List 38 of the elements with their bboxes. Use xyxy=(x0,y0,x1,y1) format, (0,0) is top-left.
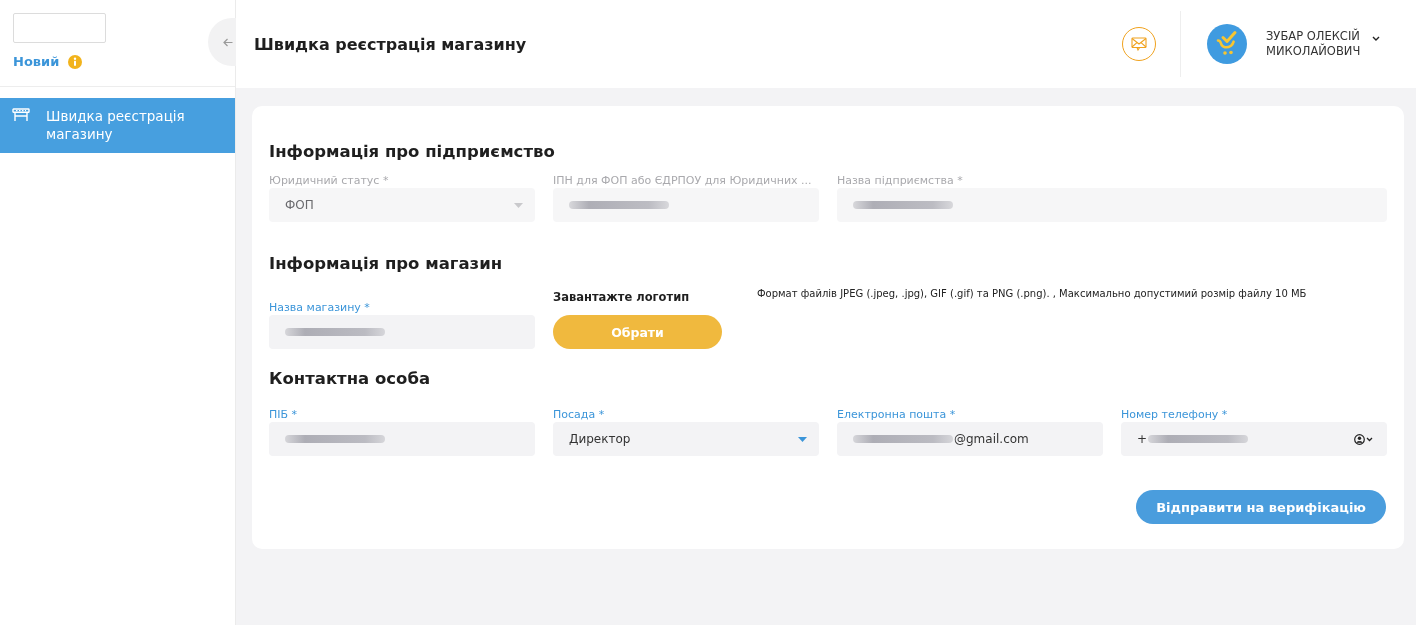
page-title: Швидка реєстрація магазину xyxy=(254,34,527,54)
input-field[interactable] xyxy=(269,422,535,456)
arrow-left-icon xyxy=(223,37,233,47)
input-field[interactable]: @gmail.com xyxy=(837,422,1103,456)
user-menu-button[interactable]: ЗУБАР ОЛЕКСІЙ МИКОЛАЙОВИЧ xyxy=(1266,29,1380,59)
collapse-sidebar-button[interactable] xyxy=(208,18,236,66)
country-dropdown-button[interactable] xyxy=(1354,433,1373,445)
caret-down-icon xyxy=(798,436,807,442)
check-cart-logo-icon xyxy=(1207,24,1247,64)
field-label: Назва підприємства * xyxy=(837,174,964,187)
field-value: + xyxy=(1137,432,1148,446)
field-value: @gmail.com xyxy=(954,432,1029,446)
field-label: ПІБ * xyxy=(269,408,299,421)
upload-label: Завантажте логотип xyxy=(553,290,691,304)
section-heading: Контактна особа xyxy=(269,369,432,389)
field-label: Електронна пошта * xyxy=(837,408,957,421)
section-heading: Інформація про підприємство xyxy=(269,142,556,162)
chevron-down-icon xyxy=(1366,436,1373,442)
info-icon xyxy=(68,55,83,69)
caret-down-icon xyxy=(514,202,523,208)
file-format-note: Формат файлів JPEG (.jpeg, .jpg), GIF (.gif) та PNG (.png). , Максимально допустимий розмір файлу 10 МБ xyxy=(757,287,1307,300)
field-value: ФОП xyxy=(285,198,314,212)
field-label: Посада * xyxy=(553,408,606,421)
status-text: Новий xyxy=(13,54,60,70)
user-circle-icon xyxy=(1354,433,1365,445)
field-label: Назва магазину * xyxy=(269,301,371,314)
field-label: ІПН для ФОП або ЄДРПОУ для Юридичних ... xyxy=(553,174,813,187)
section-heading: Інформація про магазин xyxy=(269,254,504,274)
envelope-icon xyxy=(1131,37,1147,51)
field-label: Юридичний статус * xyxy=(269,174,390,187)
field-label: Номер телефону * xyxy=(1121,408,1229,421)
messages-button[interactable] xyxy=(1122,27,1156,61)
select-field[interactable]: Директор xyxy=(553,422,819,456)
field-value: Директор xyxy=(569,432,631,446)
input-field[interactable] xyxy=(269,315,535,349)
chevron-down-icon xyxy=(1372,36,1380,41)
phone-field[interactable]: + xyxy=(1121,422,1387,456)
market-stall-icon xyxy=(12,108,30,122)
